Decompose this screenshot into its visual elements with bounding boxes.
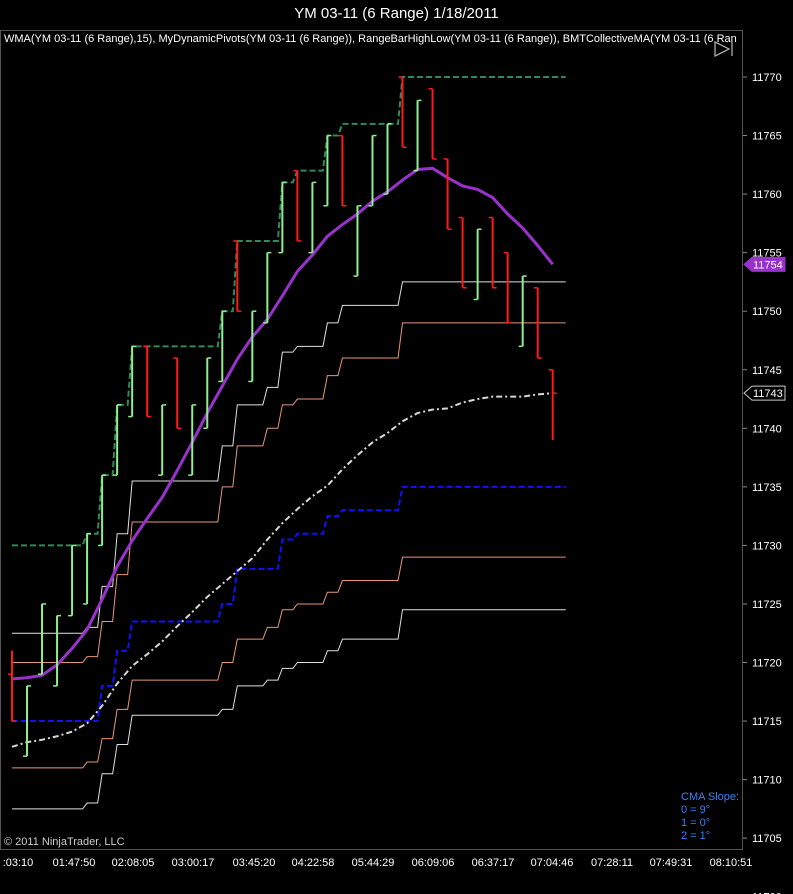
x-tick-label: 03:45:20	[233, 857, 276, 869]
x-tick-label: 03:00:17	[172, 857, 215, 869]
series-band-salmon-2	[12, 556, 566, 769]
cma-slope-title: CMA Slope:	[681, 791, 740, 803]
cma-slope-line-1: 1 = 0°	[681, 817, 711, 829]
y-tick-label: 11725	[752, 599, 782, 611]
x-tick-label: 08:10:51	[710, 857, 753, 869]
price-marker-label: 11743	[753, 388, 783, 400]
x-tick-label: 01:47:50	[53, 857, 96, 869]
y-tick-label: 11765	[752, 131, 782, 143]
cma-slope-line-0: 0 = 9°	[681, 804, 711, 816]
x-tick-label: 04:22:58	[292, 857, 335, 869]
chart-window: YM 03-11 (6 Range) 1/18/2011 11770 11765 1…	[0, 0, 793, 894]
series-cma	[11, 392, 553, 748]
x-tick-label: 06:09:06	[412, 857, 455, 869]
y-tick-label: 11705	[752, 833, 782, 845]
cma-slope-line-2: 2 = 1°	[681, 830, 711, 842]
play-icon[interactable]	[713, 40, 737, 58]
series-pivot-mid	[12, 485, 566, 723]
x-tick-label: 06:37:17	[472, 857, 515, 869]
y-tick-label: 11770	[752, 72, 782, 84]
y-tick-label: 11745	[752, 365, 782, 377]
x-tick-label: 05:44:29	[352, 857, 395, 869]
y-tick-label: 11750	[752, 306, 782, 318]
series-band-white-2	[12, 609, 566, 810]
y-tick-label: 11715	[752, 716, 782, 728]
y-tick-label: 11760	[752, 189, 782, 201]
series-band-white	[12, 281, 566, 634]
y-tick-label: 11710	[752, 775, 782, 787]
y-tick-label: 11730	[752, 540, 782, 552]
price-chart: 1177011765117601175511750117451174011735…	[3, 72, 786, 894]
x-tick-label: 02:08:05	[112, 857, 155, 869]
indicator-legend: WMA(YM 03-11 (6 Range),15), MyDynamicPiv…	[4, 33, 737, 45]
series-pivot-upper	[12, 76, 566, 547]
y-tick-label: 11735	[752, 482, 782, 494]
copyright-text: © 2011 NinjaTrader, LLC	[4, 836, 125, 848]
y-tick-label: 11720	[752, 658, 782, 670]
price-marker-label: 11754	[753, 259, 783, 271]
cma-slope-panel: CMA Slope: 0 = 9° 1 = 0° 2 = 1°	[681, 791, 739, 843]
x-tick-label: 07:04:46	[531, 857, 574, 869]
x-tick-label: :03:10	[3, 857, 34, 869]
x-tick-label: 07:49:31	[650, 857, 693, 869]
x-tick-label: 07:28:11	[591, 857, 633, 869]
y-tick-label: 11740	[752, 423, 782, 435]
